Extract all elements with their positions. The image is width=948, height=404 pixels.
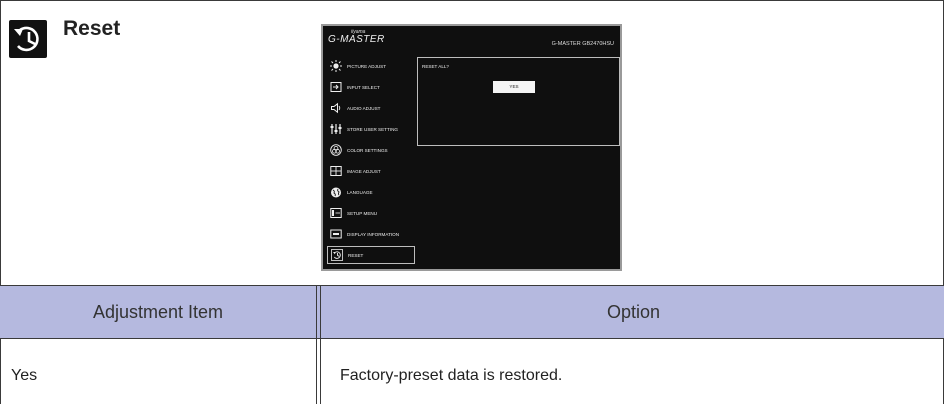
osd-menu-item[interactable]: COLOR SETTINGS bbox=[327, 141, 415, 159]
osd-menu-label: COLOR SETTINGS bbox=[347, 147, 388, 153]
osd-brand-logo: G-MASTER bbox=[328, 34, 385, 45]
osd-menu-label: STORE USER SETTING bbox=[347, 126, 398, 132]
osd-menu-label: DISPLAY INFORMATION bbox=[347, 231, 400, 237]
globe-icon bbox=[331, 187, 341, 198]
table-row-option: Factory-preset data is restored. bbox=[340, 367, 563, 384]
input-icon bbox=[330, 82, 342, 92]
osd-menu-item[interactable]: PICTURE ADJUST bbox=[327, 57, 415, 75]
osd-yes-button[interactable]: YES bbox=[493, 81, 535, 93]
setup-icon bbox=[330, 208, 342, 218]
column-header-option: Option bbox=[606, 301, 661, 322]
osd-menu-label: LANGUAGE bbox=[347, 189, 373, 195]
osd-menu-label: SETUP MENU bbox=[347, 210, 378, 216]
osd-menu-label: AUDIO ADJUST bbox=[347, 105, 381, 111]
osd-menu-label: INPUT SELECT bbox=[347, 84, 380, 90]
osd-menu-item[interactable]: DISPLAY INFORMATION bbox=[327, 225, 415, 243]
column-divider bbox=[320, 286, 321, 404]
user-setting-icon bbox=[330, 124, 342, 134]
table-row-item: Yes bbox=[11, 367, 38, 384]
speaker-icon bbox=[331, 102, 341, 114]
reset-section-top: Reset iiyama G-MASTER G-MASTER GB2470HSU… bbox=[0, 0, 944, 286]
osd-menu-item[interactable]: AUDIO ADJUST bbox=[327, 99, 415, 117]
osd-menu-item[interactable]: LANGUAGE bbox=[327, 183, 415, 201]
osd-menu-label: RESET bbox=[348, 252, 364, 258]
osd-menu-item[interactable]: STORE USER SETTING bbox=[327, 120, 415, 138]
reset-clock-icon bbox=[9, 20, 47, 58]
osd-reset-panel: RESET ALL? YES bbox=[417, 57, 620, 146]
osd-menu-item[interactable]: INPUT SELECT bbox=[327, 78, 415, 96]
table-header: Adjustment Item Option bbox=[0, 286, 944, 339]
osd-menu-item[interactable]: IMAGE ADJUST bbox=[327, 162, 415, 180]
column-divider bbox=[316, 286, 317, 404]
osd-menu-item-selected[interactable]: RESET bbox=[327, 246, 415, 264]
osd-menu-item[interactable]: SETUP MENU bbox=[327, 204, 415, 222]
section-title: Reset bbox=[63, 17, 121, 40]
osd-model-name: G-MASTER GB2470HSU bbox=[551, 41, 614, 47]
image-adjust-icon bbox=[330, 166, 342, 176]
color-icon bbox=[330, 144, 342, 156]
brightness-icon bbox=[330, 60, 342, 72]
osd-screen: iiyama G-MASTER G-MASTER GB2470HSU PICTU… bbox=[321, 24, 622, 271]
column-header-adjustment-item: Adjustment Item bbox=[92, 301, 224, 322]
osd-menu-label: IMAGE ADJUST bbox=[347, 168, 381, 174]
osd-menu-label: PICTURE ADJUST bbox=[347, 63, 387, 69]
osd-panel-title: RESET ALL? bbox=[422, 64, 449, 69]
display-info-icon bbox=[330, 229, 342, 239]
reset-icon bbox=[331, 249, 343, 261]
